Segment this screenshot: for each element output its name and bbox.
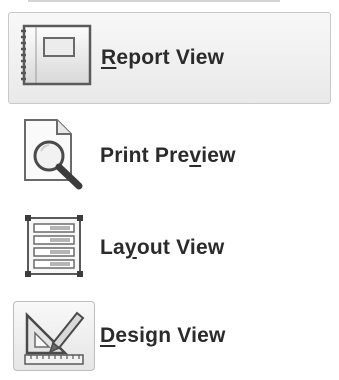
menu-item-design-view[interactable]: Design View [8, 292, 331, 380]
layout-view-label: Layout View [100, 236, 225, 259]
menu-item-print-preview[interactable]: Print Preview [8, 112, 331, 200]
report-view-label: Report View [101, 46, 225, 69]
design-view-icon [13, 301, 95, 371]
view-menu: Report View Print Preview Layout View De… [0, 0, 339, 378]
menu-item-report-view[interactable]: Report View [8, 12, 331, 104]
report-view-icon [16, 23, 94, 94]
design-view-label: Design View [100, 324, 226, 347]
print-preview-label: Print Preview [100, 144, 236, 167]
menu-item-layout-view[interactable]: Layout View [8, 204, 331, 292]
layout-view-icon [20, 212, 88, 285]
menu-top-border [28, 0, 280, 2]
print-preview-icon [19, 116, 89, 197]
